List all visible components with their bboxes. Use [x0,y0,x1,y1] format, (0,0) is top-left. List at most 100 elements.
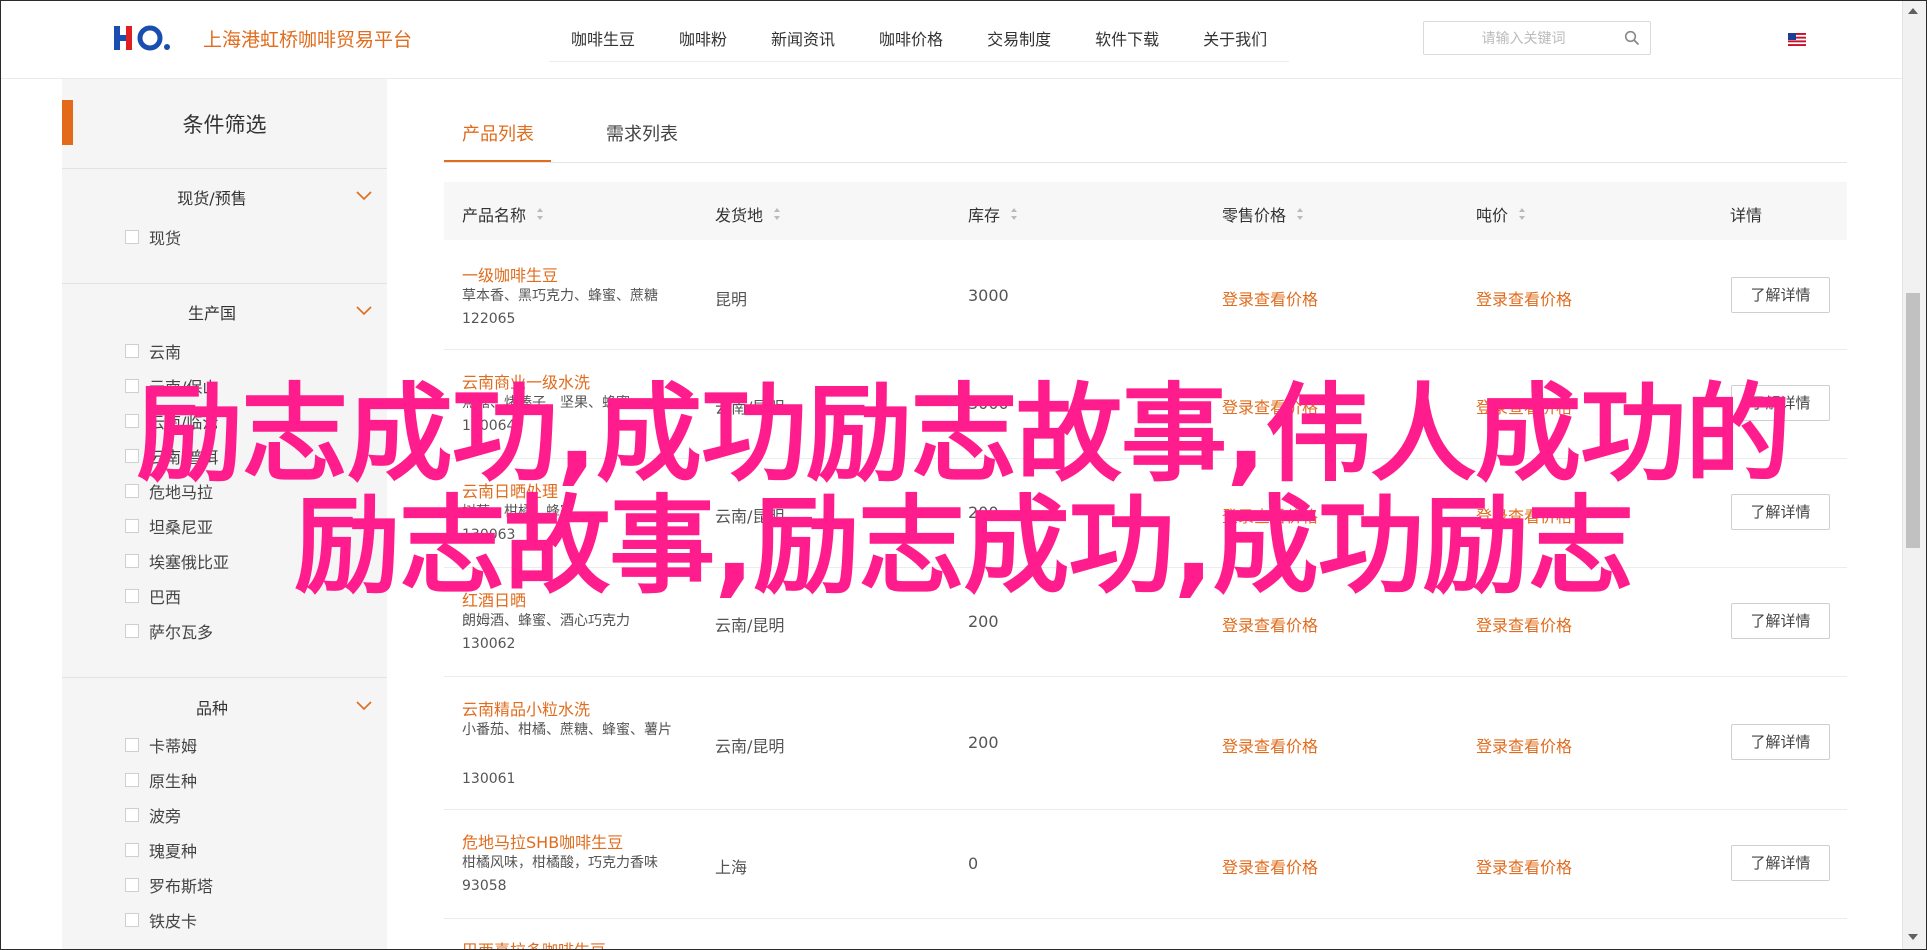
stock-cell: 200 [968,503,999,522]
nav-item-green-beans[interactable]: 咖啡生豆 [571,21,635,61]
checkbox[interactable] [125,624,139,638]
nav-item-trading-rules[interactable]: 交易制度 [987,21,1051,61]
filter-option[interactable]: 波旁 [125,805,181,826]
login-view-ton-price-link[interactable]: 登录查看价格 [1476,612,1572,636]
checkbox[interactable] [125,379,139,393]
stock-cell: 3000 [968,394,1009,413]
checkbox[interactable] [125,589,139,603]
site-name[interactable]: 上海港虹桥咖啡贸易平台 [203,25,412,52]
checkbox[interactable] [125,843,139,857]
sort-icon[interactable] [1518,207,1526,221]
login-view-retail-price-link[interactable]: 登录查看价格 [1222,394,1318,418]
checkbox[interactable] [125,519,139,533]
origin-cell: 云南/昆明 [715,398,785,417]
filter-option[interactable]: 埃塞俄比亚 [125,551,229,572]
login-view-retail-price-link[interactable]: 登录查看价格 [1222,612,1318,636]
nav-item-about[interactable]: 关于我们 [1203,21,1267,61]
filter-option[interactable]: 云南 [125,341,181,362]
checkbox[interactable] [125,554,139,568]
column-header-retail-price[interactable]: 零售价格 [1222,202,1304,226]
product-name-link[interactable]: 危地马拉SHB咖啡生豆 [462,829,623,853]
login-view-retail-price-link[interactable]: 登录查看价格 [1222,733,1318,757]
filter-option[interactable]: 现货 [125,227,181,248]
view-details-button[interactable]: 了解详情 [1731,845,1830,881]
sort-icon[interactable] [536,207,544,221]
checkbox[interactable] [125,913,139,927]
login-view-ton-price-link[interactable]: 登录查看价格 [1476,394,1572,418]
scrollbar-thumb[interactable] [1906,293,1920,548]
column-header-stock[interactable]: 库存 [968,202,1018,226]
filter-option[interactable]: 原生种 [125,770,197,791]
nav-item-news[interactable]: 新闻资讯 [771,21,835,61]
product-flavor: 柑橘风味，柑橘酸，巧克力香味 [462,855,658,871]
view-details-button[interactable]: 了解详情 [1731,494,1830,530]
product-name-link[interactable]: 巴西喜拉多咖啡生豆 [462,937,606,949]
product-name-link[interactable]: 云南商业一级水洗 [462,369,590,393]
checkbox[interactable] [125,449,139,463]
filter-option[interactable]: 铁皮卡 [125,910,197,931]
checkbox[interactable] [125,738,139,752]
view-details-button[interactable]: 了解详情 [1731,385,1830,421]
search-icon[interactable] [1624,30,1640,46]
filter-option[interactable]: 云南/临沧 [125,411,218,432]
nav-item-coffee-powder[interactable]: 咖啡粉 [679,21,727,61]
scroll-up-arrow-icon[interactable] [1907,7,1919,15]
column-header-ton-price[interactable]: 吨价 [1476,202,1526,226]
product-name-link[interactable]: 一级咖啡生豆 [462,262,558,286]
filter-option[interactable]: 萨尔瓦多 [125,621,213,642]
product-name-link[interactable]: 云南日晒处理 [462,478,558,502]
product-name-link[interactable]: 云南精品小粒水洗 [462,696,590,720]
filter-group-title[interactable]: 现货/预售 [62,185,362,209]
us-flag-icon[interactable] [1788,33,1806,46]
login-view-retail-price-link[interactable]: 登录查看价格 [1222,854,1318,878]
origin-cell: 上海 [715,858,748,877]
checkbox[interactable] [125,230,139,244]
tab-product-list[interactable]: 产品列表 [462,120,534,146]
login-view-ton-price-link[interactable]: 登录查看价格 [1476,733,1572,757]
filter-option[interactable]: 瑰夏种 [125,840,197,861]
chevron-down-icon[interactable] [356,306,372,316]
login-view-ton-price-link[interactable]: 登录查看价格 [1476,286,1572,310]
filter-option[interactable]: 坦桑尼亚 [125,516,213,537]
scroll-down-arrow-icon[interactable] [1907,933,1919,941]
view-details-button[interactable]: 了解详情 [1731,277,1830,313]
column-header-product[interactable]: 产品名称 [462,202,544,226]
nav-item-downloads[interactable]: 软件下载 [1095,21,1159,61]
filter-group-title[interactable]: 生产国 [62,300,362,324]
sort-icon[interactable] [1010,207,1018,221]
tab-demand-list[interactable]: 需求列表 [606,120,678,146]
filter-option[interactable]: 云南/保山 [125,376,218,397]
view-details-button[interactable]: 了解详情 [1731,603,1830,639]
product-flavor: 树莓、柑橘、蜂蜜 [462,504,574,520]
filter-option[interactable]: 罗布斯塔 [125,875,213,896]
table-row: 危地马拉SHB咖啡生豆 柑橘风味，柑橘酸，巧克力香味 93058 上海 0 登录… [444,810,1847,919]
checkbox[interactable] [125,808,139,822]
nav-item-prices[interactable]: 咖啡价格 [879,21,943,61]
checkbox[interactable] [125,484,139,498]
chevron-down-icon[interactable] [356,701,372,711]
sort-icon[interactable] [773,207,781,221]
login-view-ton-price-link[interactable]: 登录查看价格 [1476,854,1572,878]
column-header-origin[interactable]: 发货地 [715,202,781,226]
filter-option[interactable]: 云南/普洱 [125,446,218,467]
search-input[interactable] [1434,27,1613,51]
login-view-ton-price-link[interactable]: 登录查看价格 [1476,503,1572,527]
site-logo[interactable] [114,23,172,53]
origin-cell: 云南/昆明 [715,616,785,635]
product-name-link[interactable]: 红酒日晒 [462,587,526,611]
login-view-retail-price-link[interactable]: 登录查看价格 [1222,286,1318,310]
checkbox[interactable] [125,773,139,787]
list-tabs: 产品列表 需求列表 [444,113,1847,163]
search-box [1423,21,1651,55]
login-view-retail-price-link[interactable]: 登录查看价格 [1222,503,1318,527]
view-details-button[interactable]: 了解详情 [1731,724,1830,760]
sort-icon[interactable] [1296,207,1304,221]
checkbox[interactable] [125,414,139,428]
checkbox[interactable] [125,878,139,892]
filter-option[interactable]: 卡蒂姆 [125,735,197,756]
filter-group-title[interactable]: 品种 [62,695,362,719]
checkbox[interactable] [125,344,139,358]
chevron-down-icon[interactable] [356,191,372,201]
filter-option[interactable]: 巴西 [125,586,181,607]
filter-option[interactable]: 危地马拉 [125,481,213,502]
